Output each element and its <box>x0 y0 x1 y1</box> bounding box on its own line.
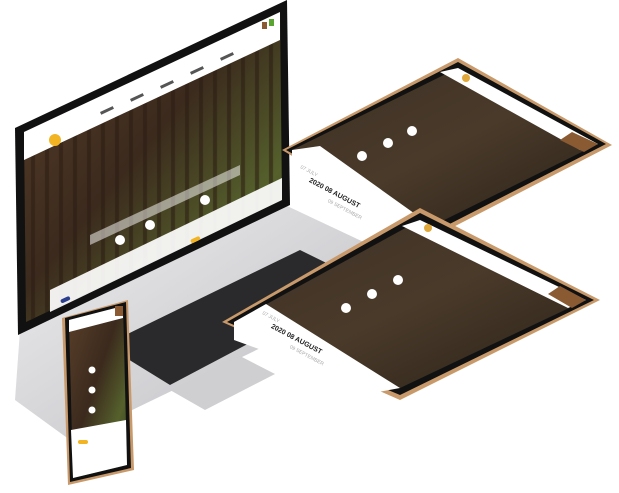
quick-icon[interactable] <box>407 126 417 136</box>
header-button[interactable] <box>262 22 267 29</box>
hamburger-icon[interactable] <box>115 306 123 316</box>
quick-icon[interactable] <box>115 235 125 245</box>
phone <box>62 300 134 485</box>
quick-icon[interactable] <box>367 289 377 299</box>
header-button[interactable] <box>269 19 274 26</box>
quick-icon[interactable] <box>357 151 367 161</box>
quick-icon[interactable] <box>393 275 403 285</box>
quick-icon[interactable] <box>88 406 96 414</box>
quick-icon[interactable] <box>200 195 210 205</box>
quick-icon[interactable] <box>145 220 155 230</box>
quick-icon[interactable] <box>88 386 96 394</box>
device-mockup-scene: 07 JULY 2020 08 AUGUST 09 SEPTEMBER 07 J… <box>15 0 612 485</box>
quick-icon[interactable] <box>88 366 96 374</box>
quick-icon[interactable] <box>341 303 351 313</box>
site-logo[interactable] <box>424 224 432 232</box>
tablet-top: 07 JULY 2020 08 AUGUST 09 SEPTEMBER <box>282 58 612 238</box>
site-logo[interactable] <box>49 134 61 146</box>
site-logo[interactable] <box>462 74 470 82</box>
quick-icon[interactable] <box>383 138 393 148</box>
badge <box>78 440 88 444</box>
